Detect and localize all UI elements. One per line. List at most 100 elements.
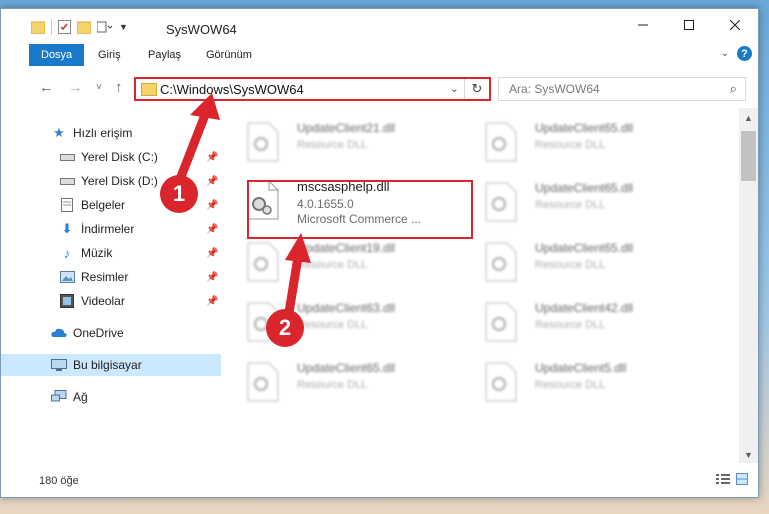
title-bar: ▼ SysWOW64 <box>1 9 758 40</box>
sidebar-item-label: Bu bilgisayar <box>73 358 142 372</box>
qat-dropdown-icon[interactable]: ▼ <box>119 22 128 32</box>
music-icon: ♪ <box>63 245 71 261</box>
properties-icon[interactable] <box>58 20 71 34</box>
window-controls <box>620 9 758 40</box>
tab-paylas[interactable]: Paylaş <box>148 44 181 66</box>
file-name: UpdateClient65.dll <box>535 241 634 255</box>
dll-file-icon <box>485 302 517 342</box>
navigation-bar: ← → ˅ ↑ C:\Windows\SysWOW64 ⌄ ↻ Ara: Sys… <box>1 66 758 108</box>
dll-file-icon <box>485 362 517 402</box>
dll-file-icon <box>485 122 517 162</box>
file-description: Resource DLL <box>297 379 368 391</box>
sidebar-item-network[interactable]: Ağ <box>1 386 221 408</box>
scroll-up-icon[interactable]: ▲ <box>744 113 753 123</box>
folder-icon[interactable] <box>31 21 45 34</box>
search-icon: ⌕ <box>729 81 737 96</box>
recent-locations-button[interactable]: ˅ <box>96 82 102 93</box>
search-placeholder: Ara: SysWOW64 <box>509 82 600 96</box>
sidebar-item-downloads[interactable]: ⬇ İndirmeler 📌 <box>1 218 221 240</box>
back-button[interactable]: ← <box>39 79 54 96</box>
list-item[interactable]: UpdateClient65.dll Resource DLL <box>485 176 735 226</box>
expand-ribbon-icon[interactable]: ⌄ <box>721 48 729 59</box>
step-2-badge: 2 <box>266 309 304 347</box>
customize-icon[interactable] <box>97 21 113 33</box>
pictures-icon <box>59 270 75 284</box>
file-name: UpdateClient65.dll <box>535 121 634 135</box>
cloud-icon <box>51 326 67 340</box>
sidebar-item-label: OneDrive <box>73 326 124 340</box>
view-toggle <box>716 473 748 485</box>
sidebar-item-label: Resimler <box>81 270 129 284</box>
file-name: UpdateClient5.dll <box>535 361 627 375</box>
file-description: Resource DLL <box>535 379 606 391</box>
file-description: Resource DLL <box>535 259 606 271</box>
ribbon-right-controls: ⌄ ? <box>721 46 752 61</box>
list-item[interactable]: UpdateClient65.dll Resource DLL <box>485 236 735 286</box>
documents-icon <box>59 198 75 212</box>
list-item[interactable]: UpdateClient65.dll Resource DLL <box>247 356 467 406</box>
sidebar-item-label: Belgeler <box>81 198 126 212</box>
video-icon <box>59 294 75 308</box>
dll-file-icon <box>247 362 279 402</box>
sidebar-item-label: İndirmeler <box>81 222 135 236</box>
drive-icon <box>59 174 75 188</box>
file-description: Resource DLL <box>297 139 368 151</box>
list-item[interactable]: UpdateClient21.dll Resource DLL <box>247 116 467 166</box>
tiles-view-icon[interactable] <box>736 473 748 485</box>
vertical-scrollbar[interactable]: ▲ ▼ <box>739 108 758 463</box>
file-name: UpdateClient42.dll <box>535 301 634 315</box>
sidebar-item-label: Hızlı erişim <box>73 126 133 140</box>
refresh-icon: ↻ <box>471 81 483 96</box>
tab-giris[interactable]: Giriş <box>98 44 121 66</box>
list-item[interactable]: UpdateClient42.dll Resource DLL <box>485 296 735 346</box>
up-button[interactable]: ↑ <box>115 79 123 96</box>
step-1-badge: 1 <box>160 175 198 213</box>
window-title: SysWOW64 <box>166 22 237 37</box>
pin-icon[interactable]: 📌 <box>206 248 218 259</box>
pin-icon[interactable]: 📌 <box>206 224 218 235</box>
tab-dosya[interactable]: Dosya <box>29 44 85 66</box>
dll-file-icon <box>247 122 279 162</box>
list-item[interactable]: UpdateClient65.dll Resource DLL <box>485 116 735 166</box>
pin-icon[interactable]: 📌 <box>206 296 218 307</box>
sidebar-item-music[interactable]: ♪ Müzik 📌 <box>1 242 221 264</box>
star-icon: ★ <box>53 125 65 140</box>
forward-button[interactable]: → <box>68 79 83 96</box>
file-name: UpdateClient21.dll <box>297 121 396 135</box>
scroll-down-icon[interactable]: ▼ <box>744 450 753 460</box>
pin-icon[interactable]: 📌 <box>206 272 218 283</box>
minimize-button[interactable] <box>620 9 666 40</box>
close-button[interactable] <box>712 9 758 40</box>
sidebar-item-onedrive[interactable]: OneDrive <box>1 322 221 344</box>
list-item[interactable]: UpdateClient5.dll Resource DLL <box>485 356 735 406</box>
sidebar-item-this-pc[interactable]: Bu bilgisayar <box>1 354 221 376</box>
file-name: UpdateClient65.dll <box>297 361 396 375</box>
item-count: 180 öğe <box>39 475 79 487</box>
ribbon-tabs: Dosya Giriş Paylaş Görünüm ⌄ ? <box>1 40 758 67</box>
sidebar-item-label: Videolar <box>81 294 125 308</box>
minimize-icon <box>638 24 648 25</box>
tab-gorunum[interactable]: Görünüm <box>206 44 252 66</box>
download-icon: ⬇ <box>61 221 73 236</box>
close-icon <box>730 19 740 30</box>
status-bar: 180 öğe <box>1 463 758 497</box>
file-description: Resource DLL <box>535 319 606 331</box>
sidebar-item-label: Müzik <box>81 246 113 260</box>
address-dropdown-icon[interactable]: ⌄ <box>450 82 459 95</box>
scrollbar-thumb[interactable] <box>741 131 756 181</box>
sidebar-item-label: Yerel Disk (C:) <box>81 150 158 164</box>
file-name: UpdateClient65.dll <box>535 181 634 195</box>
sidebar-item-label: Ağ <box>73 390 88 404</box>
drive-icon <box>59 150 75 164</box>
details-view-icon[interactable] <box>716 473 730 485</box>
search-box[interactable]: Ara: SysWOW64 ⌕ <box>498 77 746 101</box>
sidebar-item-videos[interactable]: Videolar 📌 <box>1 290 221 312</box>
new-folder-icon[interactable] <box>77 21 91 34</box>
toolbar-separator <box>51 19 52 35</box>
sidebar-item-pictures[interactable]: Resimler 📌 <box>1 266 221 288</box>
maximize-button[interactable] <box>666 9 712 40</box>
refresh-button[interactable]: ↻ <box>464 79 489 99</box>
maximize-icon <box>684 19 694 30</box>
quick-access-toolbar: ▼ <box>31 18 128 36</box>
help-icon[interactable]: ? <box>737 46 752 61</box>
